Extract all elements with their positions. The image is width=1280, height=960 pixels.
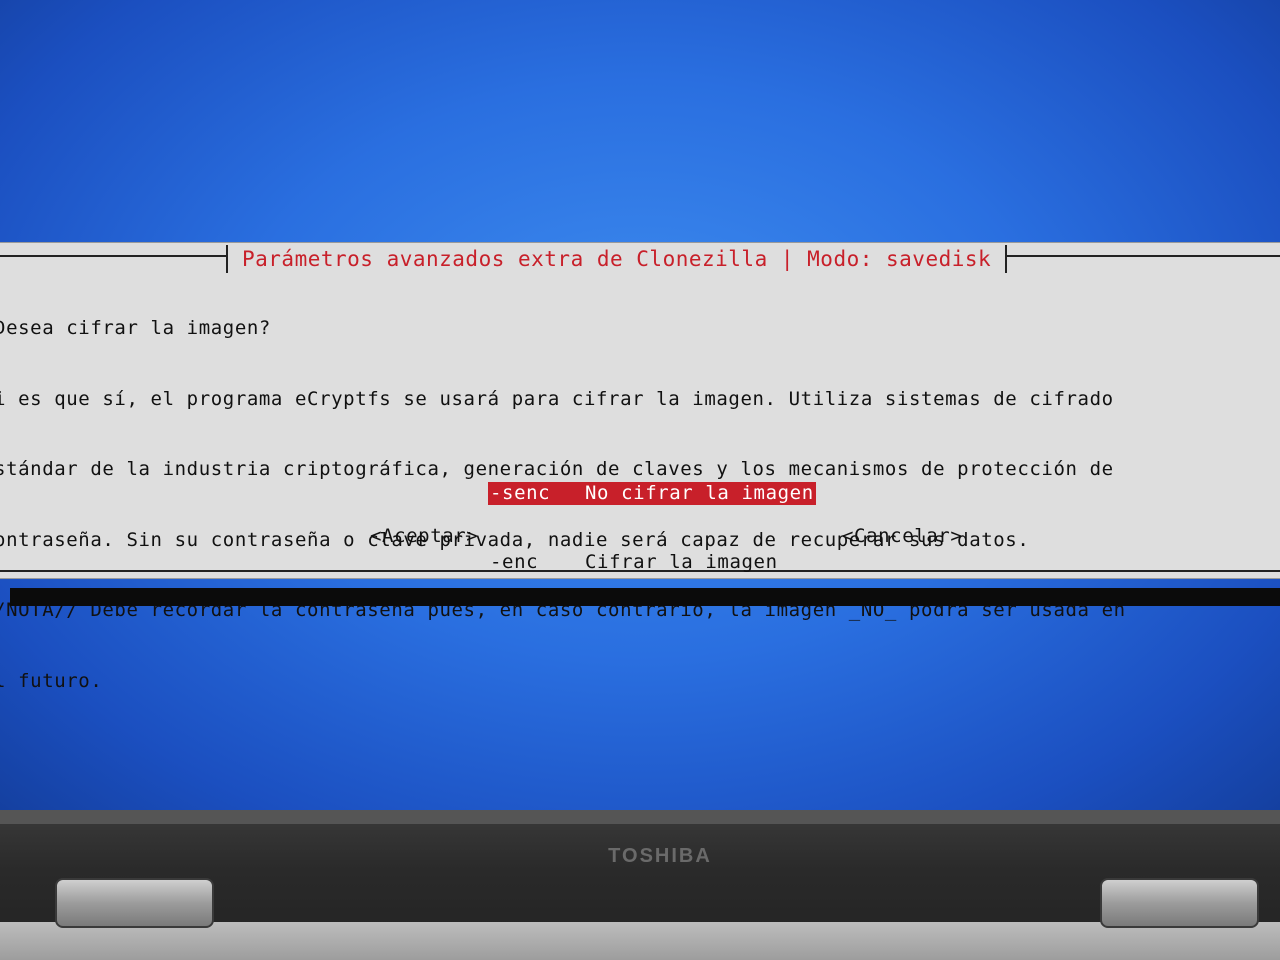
- message-line: ¿Desea cifrar la imagen?: [0, 317, 271, 339]
- option-label: Cifrar la imagen: [585, 551, 778, 573]
- accept-button[interactable]: <Aceptar>: [370, 525, 478, 547]
- hinge-left: [55, 878, 214, 928]
- option-tag: -senc: [490, 482, 551, 504]
- dialog: Parámetros avanzados extra de Clonezilla…: [0, 243, 1280, 692]
- screen: Parámetros avanzados extra de Clonezilla…: [0, 0, 1280, 820]
- option-label: No cifrar la imagen: [585, 482, 814, 504]
- message-line: el futuro.: [0, 669, 103, 692]
- option-tag: -enc: [490, 551, 539, 573]
- dialog-title: Parámetros avanzados extra de Clonezilla…: [226, 245, 1008, 273]
- option-enc[interactable]: -enc Cifrar la imagen: [488, 551, 816, 574]
- bezel-edge: [0, 810, 1280, 824]
- hinge-right: [1100, 878, 1259, 928]
- message-line: Si es que sí, el programa eCryptfs se us…: [0, 387, 1114, 410]
- dialog-shadow: [10, 588, 1280, 606]
- option-senc[interactable]: -senc No cifrar la imagen: [488, 482, 816, 505]
- cancel-button[interactable]: <Cancelar>: [842, 525, 962, 547]
- brand-logo: TOSHIBA: [608, 845, 712, 867]
